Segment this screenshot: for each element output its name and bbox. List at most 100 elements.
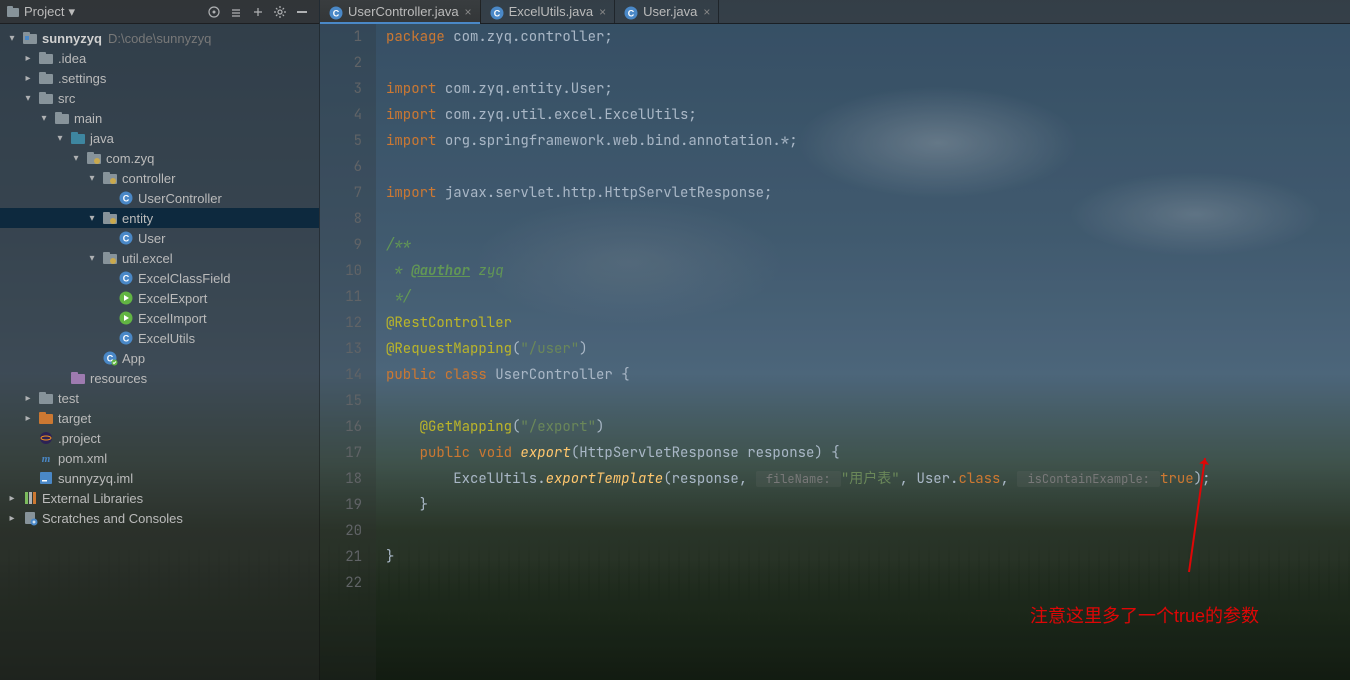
code-line[interactable] bbox=[386, 50, 1350, 76]
svg-text:C: C bbox=[123, 274, 130, 284]
code-area[interactable]: 12345678910111213141516171819202122 pack… bbox=[320, 24, 1350, 680]
folder-icon bbox=[38, 50, 54, 66]
code-line[interactable]: /** bbox=[386, 232, 1350, 258]
tree-row-test[interactable]: ▸test bbox=[0, 388, 319, 408]
code-line[interactable]: * @author zyq bbox=[386, 258, 1350, 284]
line-number: 14 bbox=[320, 362, 362, 388]
tree-row-src[interactable]: ▾src bbox=[0, 88, 319, 108]
tree-row-resources[interactable]: resources bbox=[0, 368, 319, 388]
editor: CUserController.java×CExcelUtils.java×CU… bbox=[320, 0, 1350, 680]
code-line[interactable] bbox=[386, 154, 1350, 180]
chevron-down-icon[interactable]: ▾ bbox=[86, 172, 98, 184]
tree-row-usercontroller[interactable]: CUserController bbox=[0, 188, 319, 208]
code-line[interactable]: import javax.servlet.http.HttpServletRes… bbox=[386, 180, 1350, 206]
chevron-down-icon[interactable]: ▾ bbox=[38, 112, 50, 124]
tab-label: ExcelUtils.java bbox=[509, 4, 594, 19]
project-view-selector[interactable]: Project ▾ bbox=[6, 4, 203, 20]
chevron-down-icon[interactable]: ▾ bbox=[86, 212, 98, 224]
code-content[interactable]: package com.zyq.controller; import com.zy… bbox=[376, 24, 1350, 680]
chevron-down-icon[interactable]: ▾ bbox=[86, 252, 98, 264]
tree-row-app[interactable]: CApp bbox=[0, 348, 319, 368]
hide-icon[interactable] bbox=[291, 1, 313, 23]
chevron-down-icon[interactable]: ▾ bbox=[54, 132, 66, 144]
chevron-down-icon[interactable]: ▾ bbox=[6, 32, 18, 44]
token-n: com.zyq.controller bbox=[453, 28, 604, 46]
token-p: ) bbox=[596, 418, 604, 436]
code-line[interactable]: */ bbox=[386, 284, 1350, 310]
tree-row-main[interactable]: ▾main bbox=[0, 108, 319, 128]
code-line[interactable]: public class UserController { bbox=[386, 362, 1350, 388]
chevron-down-icon[interactable]: ▾ bbox=[70, 152, 82, 164]
tree-row-util-excel[interactable]: ▾util.excel bbox=[0, 248, 319, 268]
code-line[interactable]: ExcelUtils.exportTemplate(response, file… bbox=[386, 466, 1350, 492]
line-number: 6 bbox=[320, 154, 362, 180]
tree-row-sunnyzyq[interactable]: ▾sunnyzyqD:\code\sunnyzyq bbox=[0, 28, 319, 48]
code-line[interactable]: import com.zyq.entity.User; bbox=[386, 76, 1350, 102]
tree-row--project[interactable]: .project bbox=[0, 428, 319, 448]
chevron-down-icon: ▾ bbox=[68, 4, 75, 20]
editor-tab-excelutils-java[interactable]: CExcelUtils.java× bbox=[481, 0, 616, 23]
collapse-all-icon[interactable] bbox=[247, 1, 269, 23]
chevron-right-icon[interactable]: ▸ bbox=[22, 412, 34, 424]
token-n bbox=[386, 418, 420, 436]
project-tree[interactable]: ▾sunnyzyqD:\code\sunnyzyq▸.idea▸.setting… bbox=[0, 24, 319, 680]
close-icon[interactable]: × bbox=[703, 5, 710, 19]
code-line[interactable] bbox=[386, 518, 1350, 544]
tree-row-controller[interactable]: ▾controller bbox=[0, 168, 319, 188]
close-icon[interactable]: × bbox=[465, 5, 472, 19]
tree-row-excelexport[interactable]: ExcelExport bbox=[0, 288, 319, 308]
code-line[interactable]: @GetMapping("/export") bbox=[386, 414, 1350, 440]
tree-row--idea[interactable]: ▸.idea bbox=[0, 48, 319, 68]
code-line[interactable]: package com.zyq.controller; bbox=[386, 24, 1350, 50]
gear-icon[interactable] bbox=[269, 1, 291, 23]
tree-row-excelclassfield[interactable]: CExcelClassField bbox=[0, 268, 319, 288]
tree-row-entity[interactable]: ▾entity bbox=[0, 208, 319, 228]
tree-row-excelimport[interactable]: ExcelImport bbox=[0, 308, 319, 328]
code-line[interactable]: import org.springframework.web.bind.anno… bbox=[386, 128, 1350, 154]
code-line[interactable] bbox=[386, 388, 1350, 414]
locate-icon[interactable] bbox=[203, 1, 225, 23]
tree-row-java[interactable]: ▾java bbox=[0, 128, 319, 148]
svg-text:C: C bbox=[628, 8, 635, 18]
maven-icon: m bbox=[38, 450, 54, 466]
code-line[interactable]: } bbox=[386, 544, 1350, 570]
editor-tab-user-java[interactable]: CUser.java× bbox=[615, 0, 719, 23]
tree-row-scratches-and-consoles[interactable]: ▸Scratches and Consoles bbox=[0, 508, 319, 528]
tree-label: sunnyzyq bbox=[42, 31, 102, 46]
code-line[interactable] bbox=[386, 206, 1350, 232]
token-n: , User. bbox=[900, 470, 959, 488]
token-p: , bbox=[1000, 470, 1017, 488]
chevron-right-icon[interactable]: ▸ bbox=[6, 492, 18, 504]
token-s: "/export" bbox=[520, 418, 596, 436]
tree-row-pom-xml[interactable]: m pom.xml bbox=[0, 448, 319, 468]
tree-label: ExcelExport bbox=[138, 291, 207, 306]
editor-tab-usercontroller-java[interactable]: CUserController.java× bbox=[320, 0, 481, 23]
tree-row-excelutils[interactable]: CExcelUtils bbox=[0, 328, 319, 348]
tree-row-sunnyzyq-iml[interactable]: sunnyzyq.iml bbox=[0, 468, 319, 488]
tree-label: pom.xml bbox=[58, 451, 107, 466]
expand-all-icon[interactable] bbox=[225, 1, 247, 23]
svg-text:C: C bbox=[333, 8, 340, 18]
chevron-right-icon[interactable]: ▸ bbox=[22, 52, 34, 64]
code-line[interactable]: import com.zyq.util.excel.ExcelUtils; bbox=[386, 102, 1350, 128]
code-line[interactable]: @RequestMapping("/user") bbox=[386, 336, 1350, 362]
tree-label: ExcelUtils bbox=[138, 331, 195, 346]
token-k: class bbox=[958, 470, 1000, 488]
token-p: ) bbox=[579, 340, 587, 358]
code-line[interactable] bbox=[386, 570, 1350, 596]
tree-row--settings[interactable]: ▸.settings bbox=[0, 68, 319, 88]
chevron-down-icon[interactable]: ▾ bbox=[22, 92, 34, 104]
chevron-right-icon[interactable]: ▸ bbox=[22, 392, 34, 404]
code-line[interactable]: public void export(HttpServletResponse r… bbox=[386, 440, 1350, 466]
tree-row-user[interactable]: CUser bbox=[0, 228, 319, 248]
token-k: import bbox=[386, 184, 445, 202]
token-s: "/user" bbox=[520, 340, 579, 358]
code-line[interactable]: } bbox=[386, 492, 1350, 518]
tree-row-target[interactable]: ▸target bbox=[0, 408, 319, 428]
close-icon[interactable]: × bbox=[599, 5, 606, 19]
chevron-right-icon[interactable]: ▸ bbox=[6, 512, 18, 524]
chevron-right-icon[interactable]: ▸ bbox=[22, 72, 34, 84]
code-line[interactable]: @RestController bbox=[386, 310, 1350, 336]
tree-row-external-libraries[interactable]: ▸External Libraries bbox=[0, 488, 319, 508]
tree-row-com-zyq[interactable]: ▾com.zyq bbox=[0, 148, 319, 168]
